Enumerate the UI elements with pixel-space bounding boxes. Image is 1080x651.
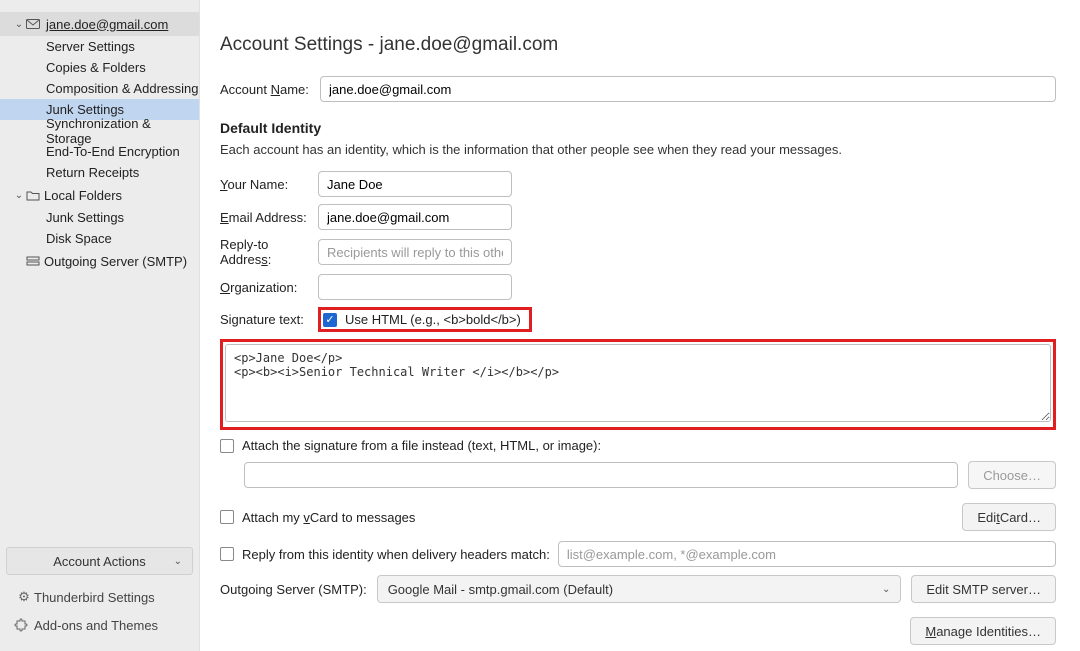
sidebar-item-outgoing[interactable]: Outgoing Server (SMTP) — [0, 249, 199, 273]
your-name-label: Your Name: — [220, 177, 318, 192]
smtp-value: Google Mail - smtp.gmail.com (Default) — [388, 582, 613, 597]
gear-icon: ⚙ — [14, 589, 34, 605]
organization-label: Organization: — [220, 280, 318, 295]
signature-textarea[interactable] — [225, 344, 1051, 422]
attach-signature-file-label: Attach the signature from a file instead… — [242, 438, 601, 453]
your-name-input[interactable] — [318, 171, 512, 197]
chevron-down-icon: ⌄ — [12, 19, 26, 30]
account-actions-button[interactable]: Account Actions ⌄ — [6, 547, 193, 575]
sidebar: ⌄ jane.doe@gmail.com Server Settings Cop… — [0, 0, 200, 651]
attach-vcard-checkbox[interactable] — [220, 510, 234, 524]
use-html-checkbox[interactable]: ✓ — [323, 313, 337, 327]
reply-to-input[interactable] — [318, 239, 512, 265]
addons-themes-link[interactable]: Add-ons and Themes — [0, 611, 199, 639]
default-identity-heading: Default Identity — [220, 120, 1056, 136]
email-label: Email Address: — [220, 210, 318, 225]
smtp-select[interactable]: Google Mail - smtp.gmail.com (Default) ⌄ — [377, 575, 902, 603]
folder-icon — [26, 189, 44, 201]
sidebar-item-composition[interactable]: Composition & Addressing — [0, 78, 199, 99]
sidebar-item-lf-disk[interactable]: Disk Space — [0, 228, 199, 249]
edit-card-button[interactable]: Edit Card… — [962, 503, 1056, 531]
edit-smtp-button[interactable]: Edit SMTP server… — [911, 575, 1056, 603]
sidebar-item-sync-storage[interactable]: Synchronization & Storage — [0, 120, 199, 141]
reply-identity-input[interactable] — [558, 541, 1056, 567]
outgoing-server-icon — [26, 255, 44, 267]
organization-input[interactable] — [318, 274, 512, 300]
outgoing-label: Outgoing Server (SMTP) — [44, 254, 187, 269]
puzzle-icon — [14, 618, 34, 632]
account-label: jane.doe@gmail.com — [46, 17, 168, 32]
sidebar-item-copies-folders[interactable]: Copies & Folders — [0, 57, 199, 78]
reply-identity-label: Reply from this identity when delivery h… — [242, 547, 550, 562]
thunderbird-settings-link[interactable]: ⚙ Thunderbird Settings — [0, 583, 199, 611]
smtp-label: Outgoing Server (SMTP): — [220, 582, 367, 597]
signature-file-path-input[interactable] — [244, 462, 958, 488]
sidebar-item-lf-junk[interactable]: Junk Settings — [0, 207, 199, 228]
attach-vcard-label: Attach my vCard to messages — [242, 510, 415, 525]
account-name-input[interactable] — [320, 76, 1056, 102]
attach-signature-file-checkbox[interactable] — [220, 439, 234, 453]
mail-account-icon — [26, 18, 44, 30]
account-tree: ⌄ jane.doe@gmail.com Server Settings Cop… — [0, 12, 199, 541]
identity-description: Each account has an identity, which is t… — [220, 142, 1056, 157]
local-folders-node[interactable]: ⌄ Local Folders — [0, 183, 199, 207]
account-name-label: Account Name: — [220, 82, 320, 97]
manage-identities-button[interactable]: Manage Identities… — [910, 617, 1056, 645]
chevron-down-icon: ⌄ — [882, 584, 890, 595]
main-pane: Account Settings - jane.doe@gmail.com Ac… — [200, 0, 1080, 651]
email-input[interactable] — [318, 204, 512, 230]
signature-text-label: Signature text: — [220, 312, 318, 327]
sidebar-item-server-settings[interactable]: Server Settings — [0, 36, 199, 57]
page-title: Account Settings - jane.doe@gmail.com — [220, 34, 1056, 56]
choose-file-button[interactable]: Choose… — [968, 461, 1056, 489]
sidebar-item-return-receipts[interactable]: Return Receipts — [0, 162, 199, 183]
chevron-down-icon: ⌄ — [174, 556, 182, 567]
chevron-down-icon: ⌄ — [12, 190, 26, 201]
reply-identity-checkbox[interactable] — [220, 547, 234, 561]
sidebar-bottom: ⚙ Thunderbird Settings Add-ons and Theme… — [0, 583, 199, 651]
reply-to-label: Reply-to Address: — [220, 237, 318, 267]
sidebar-item-e2e[interactable]: End-To-End Encryption — [0, 141, 199, 162]
account-node[interactable]: ⌄ jane.doe@gmail.com — [0, 12, 199, 36]
account-actions-label: Account Actions — [53, 554, 146, 569]
local-folders-label: Local Folders — [44, 188, 122, 203]
use-html-label: Use HTML (e.g., <b>bold</b>) — [345, 312, 521, 327]
